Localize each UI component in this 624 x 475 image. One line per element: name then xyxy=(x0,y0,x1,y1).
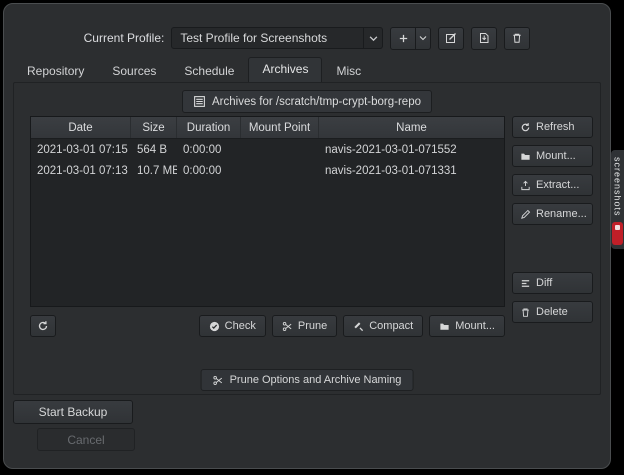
diff-label: Diff xyxy=(536,277,552,289)
tab-repository[interactable]: Repository xyxy=(13,59,98,82)
archives-table-header: Date Size Duration Mount Point Name xyxy=(31,117,504,139)
profile-row: Current Profile: Test Profile for Screen… xyxy=(4,25,610,51)
prune-label: Prune xyxy=(298,320,327,332)
column-header-mount-point[interactable]: Mount Point xyxy=(241,117,319,138)
delete-label: Delete xyxy=(536,306,568,318)
tab-archives[interactable]: Archives xyxy=(248,57,322,82)
add-profile-split-button xyxy=(390,27,431,50)
cell-name: navis-2021-03-01-071552 xyxy=(319,144,504,156)
archive-actions-column: Refresh Mount... Extract... Rename... xyxy=(512,116,593,323)
cell-date: 2021-03-01 07:15 xyxy=(31,144,131,156)
prune-options-section-toggle[interactable]: Prune Options and Archive Naming xyxy=(201,369,414,391)
document-import-icon xyxy=(478,32,490,44)
import-profile-button[interactable] xyxy=(471,27,497,50)
check-button[interactable]: Check xyxy=(199,315,266,337)
refresh-label: Refresh xyxy=(536,121,575,133)
repo-actions-group: Check Prune Compact Mount... xyxy=(199,315,505,337)
extract-icon xyxy=(520,180,531,191)
refresh-archives-button[interactable]: Refresh xyxy=(512,116,593,138)
tab-schedule[interactable]: Schedule xyxy=(170,59,248,82)
mount-label: Mount... xyxy=(536,150,576,162)
start-backup-button[interactable]: Start Backup xyxy=(13,400,133,424)
profile-select[interactable]: Test Profile for Screenshots xyxy=(171,27,383,49)
compact-button[interactable]: Compact xyxy=(343,315,423,337)
current-profile-label: Current Profile: xyxy=(84,31,165,45)
check-circle-icon xyxy=(209,321,220,332)
diff-archives-button[interactable]: Diff xyxy=(512,272,593,294)
table-row[interactable]: 2021-03-01 07:13 10.7 MB 0:00:00 navis-2… xyxy=(31,160,504,181)
extract-label: Extract... xyxy=(536,179,579,191)
delete-profile-button[interactable] xyxy=(504,27,530,50)
column-header-date[interactable]: Date xyxy=(31,117,131,138)
archives-repo-title: Archives for /scratch/tmp-crypt-borg-rep… xyxy=(212,96,421,108)
archives-table: Date Size Duration Mount Point Name 2021… xyxy=(30,116,505,307)
cell-date: 2021-03-01 07:13 xyxy=(31,165,131,177)
trash-icon xyxy=(511,32,523,44)
extract-archive-button[interactable]: Extract... xyxy=(512,174,593,196)
main-tabbar: Repository Sources Schedule Archives Mis… xyxy=(13,59,601,82)
column-header-duration[interactable]: Duration xyxy=(177,117,241,138)
compact-label: Compact xyxy=(369,320,413,332)
record-badge-icon[interactable] xyxy=(612,222,623,245)
screen-edge-tab[interactable]: screenshots xyxy=(611,150,624,249)
profile-select-value: Test Profile for Screenshots xyxy=(172,31,363,45)
add-profile-button[interactable] xyxy=(390,27,416,50)
add-profile-menu-button[interactable] xyxy=(416,27,431,50)
rename-label: Rename... xyxy=(536,208,587,220)
chevron-down-icon[interactable] xyxy=(363,28,382,48)
plus-icon xyxy=(398,33,409,44)
folder-icon xyxy=(520,151,531,162)
cell-size: 564 B xyxy=(131,144,177,156)
mount-repo-button[interactable]: Mount... xyxy=(429,315,505,337)
edit-profile-button[interactable] xyxy=(438,27,464,50)
refresh-icon xyxy=(520,122,531,133)
tab-misc[interactable]: Misc xyxy=(322,59,375,82)
prune-button[interactable]: Prune xyxy=(272,315,337,337)
cell-name: navis-2021-03-01-071331 xyxy=(319,165,504,177)
prune-options-label: Prune Options and Archive Naming xyxy=(230,374,402,386)
folder-icon xyxy=(439,321,450,332)
chevron-down-icon xyxy=(419,34,427,42)
cell-size: 10.7 MB xyxy=(131,165,177,177)
archives-repo-header: Archives for /scratch/tmp-crypt-borg-rep… xyxy=(182,90,432,113)
scissors-icon xyxy=(213,375,224,386)
cell-duration: 0:00:00 xyxy=(177,165,241,177)
vorta-main-window: Current Profile: Test Profile for Screen… xyxy=(3,3,611,469)
column-header-name[interactable]: Name xyxy=(319,117,504,138)
trash-icon xyxy=(520,307,531,318)
table-row[interactable]: 2021-03-01 07:15 564 B 0:00:00 navis-202… xyxy=(31,139,504,160)
mount-archive-button[interactable]: Mount... xyxy=(512,145,593,167)
archive-stack-icon xyxy=(193,95,206,108)
refresh-icon xyxy=(37,320,49,332)
pencil-square-icon xyxy=(445,32,457,44)
column-header-size[interactable]: Size xyxy=(131,117,177,138)
edge-tab-label: screenshots xyxy=(613,157,623,217)
tab-sources[interactable]: Sources xyxy=(98,59,170,82)
rename-archive-button[interactable]: Rename... xyxy=(512,203,593,225)
trowel-icon xyxy=(353,321,364,332)
refresh-list-button[interactable] xyxy=(30,315,56,337)
check-label: Check xyxy=(225,320,256,332)
pencil-icon xyxy=(520,209,531,220)
cell-duration: 0:00:00 xyxy=(177,144,241,156)
archives-panel: Archives for /scratch/tmp-crypt-borg-rep… xyxy=(13,82,601,395)
scissors-icon xyxy=(282,321,293,332)
mount-repo-label: Mount... xyxy=(455,320,495,332)
diff-icon xyxy=(520,278,531,289)
cancel-button: Cancel xyxy=(37,428,135,451)
delete-archive-button[interactable]: Delete xyxy=(512,301,593,323)
